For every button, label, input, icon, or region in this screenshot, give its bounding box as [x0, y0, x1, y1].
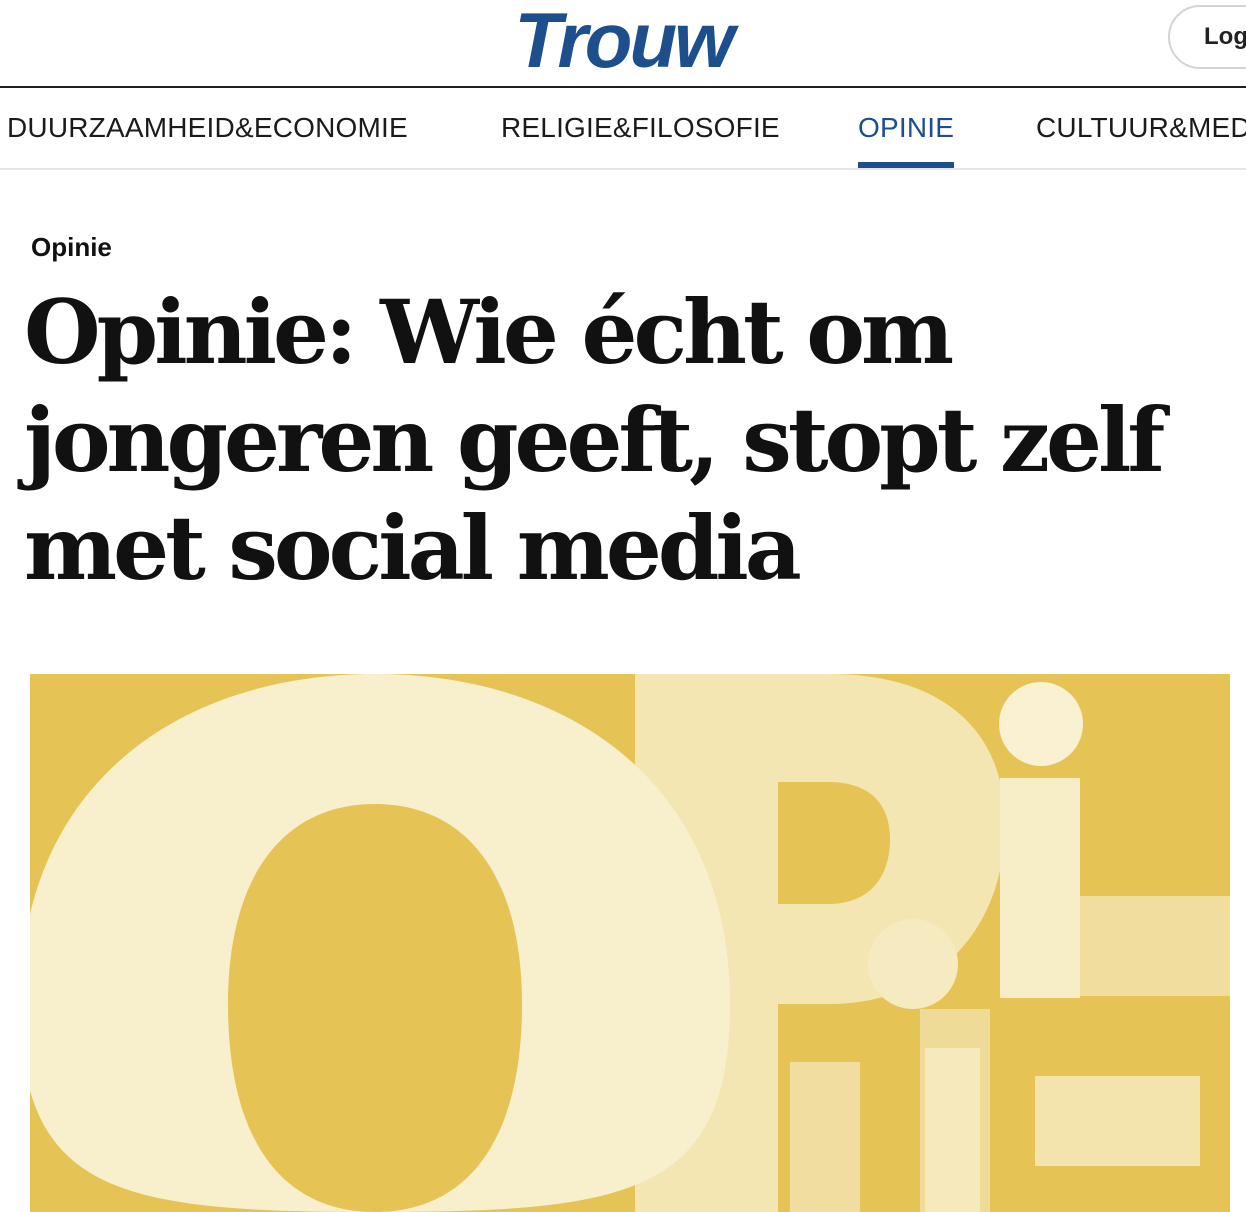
nav-item-opinie[interactable]: OPINIE [858, 88, 955, 168]
site-header: Trouw Log [0, 0, 1246, 88]
login-button[interactable]: Log [1168, 5, 1246, 69]
trouw-logo[interactable]: Trouw [0, 0, 1246, 84]
section-nav: DUURZAAMHEID&ECONOMIE RELIGIE&FILOSOFIE … [0, 88, 1246, 170]
hero-image [30, 674, 1230, 1212]
nav-item-religie-filosofie[interactable]: RELIGIE&FILOSOFIE [501, 88, 780, 168]
nav-item-duurzaamheid-economie[interactable]: DUURZAAMHEID&ECONOMIE [7, 88, 408, 168]
article-headline: Opinie: Wie écht om jongeren geeft, stop… [24, 280, 1165, 600]
opinie-letters-illustration [30, 674, 1230, 1212]
nav-item-cultuur-media[interactable]: CULTUUR&MED [1036, 88, 1246, 168]
article-category[interactable]: Opinie [31, 232, 112, 263]
